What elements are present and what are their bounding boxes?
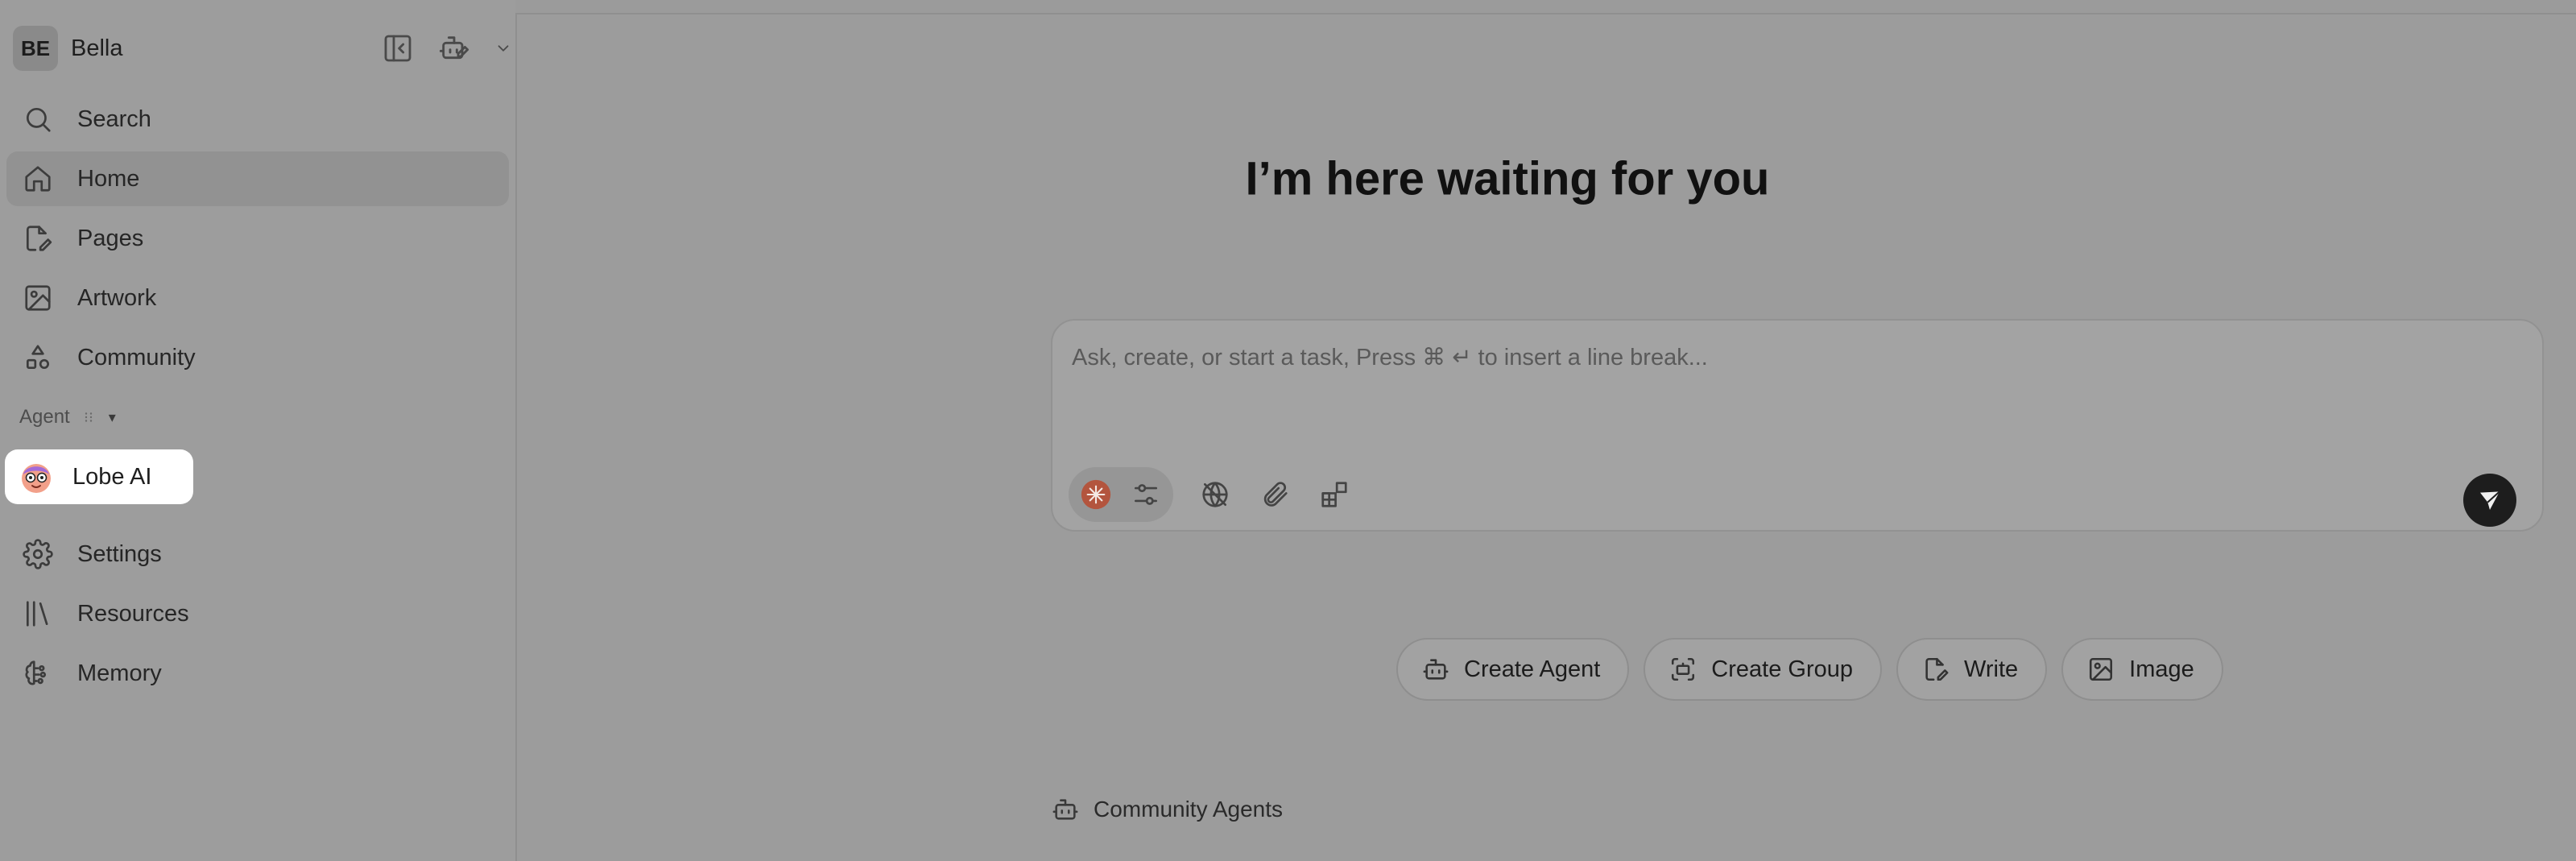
quick-action-label: Image [2129,656,2194,682]
quick-action-label: Create Agent [1464,656,1601,682]
user-name: Bella [71,35,123,61]
nav-item-memory[interactable]: Memory [6,646,509,701]
web-search-off-icon[interactable] [1197,477,1233,512]
agent-section-header[interactable]: Agent ▾ [19,406,116,428]
library-icon [23,598,53,629]
attachment-icon[interactable] [1257,477,1292,512]
group-scan-icon [1669,656,1697,683]
quick-actions: Create Agent Create Group Write Image [1396,638,2238,701]
robot-edit-icon[interactable] [438,32,470,64]
nav-item-artwork[interactable]: Artwork [6,271,509,325]
nav-item-label: Memory [77,660,162,686]
create-group-button[interactable]: Create Group [1644,638,1882,701]
page-title: I’m here waiting for you [1245,152,1770,205]
create-agent-button[interactable]: Create Agent [1396,638,1630,701]
chat-input[interactable] [1072,342,2505,374]
nav-item-label: Home [77,165,140,192]
nav-item-label: Community [77,344,196,370]
drag-handle-icon[interactable] [81,410,96,424]
brain-icon [23,658,53,689]
sidebar-top-actions [382,32,512,64]
sidebar-collapse-icon[interactable] [382,32,414,64]
agent-name: Lobe AI [72,463,152,490]
write-button[interactable]: Write [1896,638,2048,701]
shapes-icon [23,342,53,373]
agent-item-lobe-ai[interactable]: Lobe AI [5,449,193,504]
nav-item-label: Settings [77,540,162,567]
chat-input-box[interactable] [1051,319,2544,532]
image-icon [23,283,53,313]
quick-action-label: Create Group [1711,656,1853,682]
sidebar: BE Bella Search Home Pages Artwork Commu… [0,0,515,861]
lobe-ai-avatar-icon [18,458,55,495]
settings-sliders-icon[interactable] [1128,477,1164,512]
nav-item-pages[interactable]: Pages [6,211,509,266]
nav-item-home[interactable]: Home [6,151,509,206]
nav-item-label: Search [77,106,151,132]
gear-icon [23,539,53,569]
nav-item-settings[interactable]: Settings [6,527,509,582]
chevron-down-icon[interactable] [494,39,512,57]
quick-action-label: Write [1964,656,2019,682]
model-select-icon[interactable] [1078,477,1114,512]
agent-section-label: Agent [19,406,70,428]
search-icon [23,104,53,135]
plugins-icon[interactable] [1317,477,1352,512]
community-agents-label: Community Agents [1094,797,1283,822]
community-agents-link[interactable]: Community Agents [1052,796,1283,823]
robot-icon [1052,796,1079,823]
nav-item-label: Pages [77,225,144,251]
nav-item-community[interactable]: Community [6,330,509,385]
image-icon [2087,656,2115,683]
user-profile[interactable]: BE Bella [13,26,254,71]
avatar[interactable]: BE [13,26,58,71]
nav-item-label: Resources [77,600,189,627]
image-button[interactable]: Image [2061,638,2223,701]
caret-down-icon[interactable]: ▾ [109,409,116,426]
nav-item-search[interactable]: Search [6,92,509,147]
nav-item-label: Artwork [77,284,157,311]
chat-toolbar [1069,467,1352,522]
send-icon [2480,491,2500,510]
nav-item-resources[interactable]: Resources [6,586,509,641]
home-icon [23,164,53,194]
page-edit-icon [23,223,53,254]
robot-icon [1422,656,1449,683]
page-edit-icon [1922,656,1950,683]
send-button[interactable] [2463,474,2516,527]
model-tool-group[interactable] [1069,467,1173,522]
